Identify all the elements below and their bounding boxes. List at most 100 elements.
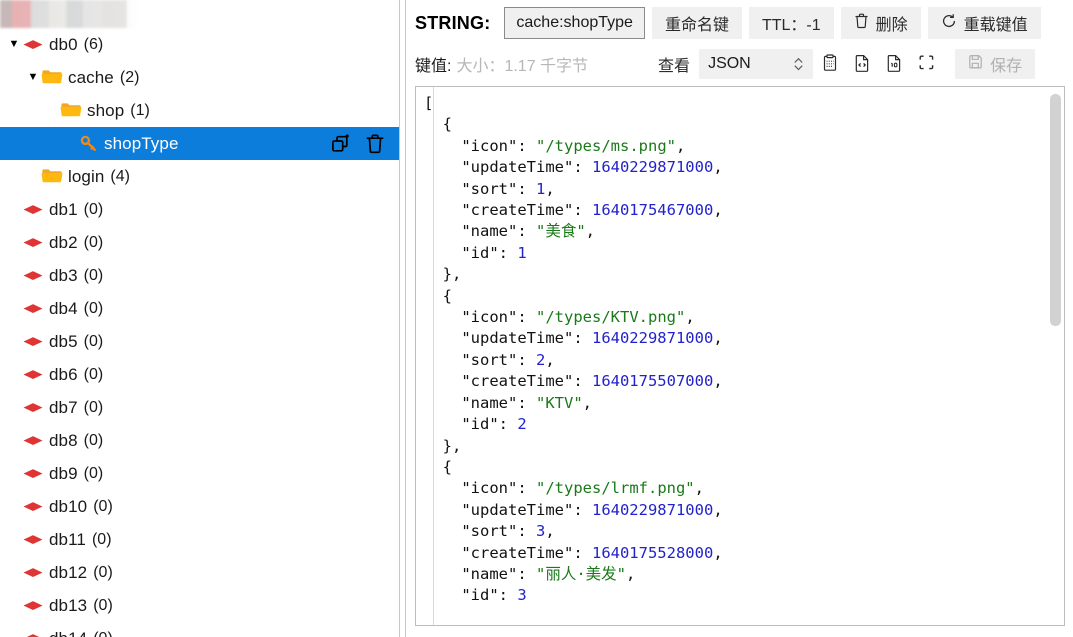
- redacted-region: [0, 0, 137, 28]
- json-token-pun: :: [517, 564, 536, 583]
- tree-item[interactable]: ▼ db0 (6): [0, 28, 399, 61]
- json-token-key: "icon": [424, 136, 518, 155]
- panel-splitter[interactable]: [399, 0, 406, 637]
- tree-item[interactable]: ▼ cache (2): [0, 61, 399, 94]
- json-token-pun: :: [573, 329, 592, 348]
- json-line: "icon": "/types/ms.png",: [424, 136, 1064, 157]
- json-token-pun: :: [517, 350, 536, 369]
- tree-item-count: (0): [83, 464, 104, 482]
- json-token-pun: ,: [585, 222, 596, 241]
- expand-spacer: ▼: [6, 633, 22, 637]
- json-token-num: 1640175528000: [591, 543, 714, 562]
- tree-item-label: db9: [49, 463, 78, 483]
- paste-clipboard-icon-button[interactable]: [815, 49, 845, 79]
- tree-item[interactable]: ▼ db11 (0): [0, 523, 399, 556]
- tree-item[interactable]: ▼ db8 (0): [0, 424, 399, 457]
- redis-db-icon: [22, 233, 44, 253]
- expand-triangle-icon[interactable]: ▼: [6, 39, 22, 50]
- tree-item[interactable]: ▼ db3 (0): [0, 259, 399, 292]
- redis-client-window: ▼ db0 (6) ▼ cache (2) ▼ shop (1) ▼ shopType ▼ …: [0, 0, 1073, 637]
- json-line: "sort": 2,: [424, 350, 1064, 371]
- json-token-key: "createTime": [424, 372, 574, 391]
- expand-spacer: ▼: [6, 369, 22, 380]
- key-tree[interactable]: ▼ db0 (6) ▼ cache (2) ▼ shop (1) ▼ shopType ▼ …: [0, 28, 399, 637]
- tree-item-count: (6): [83, 35, 104, 53]
- key-icon: [79, 134, 99, 153]
- rename-key-button[interactable]: 重命名键: [651, 7, 742, 39]
- json-token-pun: :: [573, 158, 592, 177]
- tree-item[interactable]: ▼ shop (1): [0, 94, 399, 127]
- expand-spacer: ▼: [6, 534, 22, 545]
- binary-file-icon: [886, 54, 903, 75]
- json-token-pun: :: [517, 179, 536, 198]
- json-token-pun: :: [517, 479, 536, 498]
- expand-triangle-icon[interactable]: ▼: [25, 72, 41, 83]
- tree-item-label: shop: [87, 100, 125, 120]
- delete-key-icon[interactable]: [365, 133, 385, 155]
- chevron-updown-icon: [793, 57, 804, 72]
- ttl-button[interactable]: TTL：-1: [748, 7, 834, 39]
- refresh-icon: [941, 13, 957, 34]
- editor-scrollbar-thumb[interactable]: [1050, 94, 1061, 326]
- json-token-pun: ,: [685, 308, 695, 327]
- code-file-icon-button[interactable]: [847, 49, 877, 79]
- fullscreen-icon-button[interactable]: [911, 49, 941, 79]
- expand-spacer: ▼: [6, 336, 22, 347]
- ttl-label: TTL：-1: [761, 17, 821, 34]
- json-token-pun: ,: [545, 179, 555, 198]
- json-token-pun: :: [573, 201, 592, 220]
- tree-item[interactable]: ▼ db14 (0): [0, 622, 399, 637]
- tree-item[interactable]: ▼ db13 (0): [0, 589, 399, 622]
- json-token-num: 2: [536, 350, 546, 369]
- tree-item[interactable]: ▼ login (4): [0, 160, 399, 193]
- reload-key-button[interactable]: 重载键值: [927, 7, 1041, 39]
- json-token-key: "id": [424, 586, 499, 605]
- json-token-num: 1640229871000: [591, 500, 714, 519]
- tree-item-label: db5: [49, 331, 78, 351]
- json-token-pun: :: [517, 308, 536, 327]
- tree-item-label: db14: [49, 629, 87, 637]
- binary-file-icon-button[interactable]: [879, 49, 909, 79]
- tree-item[interactable]: ▼ db5 (0): [0, 325, 399, 358]
- rename-key-label: 重命名键: [664, 17, 729, 34]
- editor-scrollbar[interactable]: [1050, 90, 1061, 625]
- tree-item[interactable]: ▼ db1 (0): [0, 193, 399, 226]
- value-editor[interactable]: [ { "icon": "/types/ms.png", "updateTime…: [415, 86, 1065, 626]
- json-token-pun: {: [424, 457, 452, 476]
- copy-key-icon[interactable]: [330, 133, 353, 155]
- tree-item-count: (0): [83, 332, 104, 350]
- json-line: {: [424, 286, 1064, 307]
- json-token-pun: ,: [545, 350, 555, 369]
- json-token-pun: :: [517, 136, 536, 155]
- save-value-button[interactable]: 保存: [955, 49, 1036, 79]
- redis-db-icon: [22, 299, 44, 319]
- redis-db-icon: [22, 497, 44, 517]
- json-token-num: 1640229871000: [591, 158, 714, 177]
- redis-db-icon: [22, 266, 44, 286]
- expand-spacer: ▼: [6, 468, 22, 479]
- tree-item[interactable]: ▼ db12 (0): [0, 556, 399, 589]
- key-name-field[interactable]: cache:shopType: [504, 7, 645, 39]
- tree-item[interactable]: ▼ db7 (0): [0, 391, 399, 424]
- tree-item-selected[interactable]: ▼ shopType: [0, 127, 399, 160]
- json-token-key: "icon": [424, 479, 518, 498]
- json-token-num: 1640175467000: [591, 201, 714, 220]
- json-token-str: "KTV": [536, 393, 583, 412]
- tree-item[interactable]: ▼ db2 (0): [0, 226, 399, 259]
- tree-item-count: (0): [93, 596, 113, 614]
- tree-item[interactable]: ▼ db10 (0): [0, 490, 399, 523]
- redis-db-icon: [22, 200, 44, 220]
- json-content[interactable]: [ { "icon": "/types/ms.png", "updateTime…: [416, 87, 1064, 625]
- json-token-num: 3: [517, 586, 527, 605]
- delete-key-button[interactable]: 删除: [840, 7, 921, 39]
- expand-spacer: ▼: [6, 501, 22, 512]
- view-mode-select[interactable]: JSON: [699, 49, 814, 79]
- tree-item[interactable]: ▼ db9 (0): [0, 457, 399, 490]
- tree-item-count: (0): [93, 630, 113, 637]
- key-tree-sidebar: ▼ db0 (6) ▼ cache (2) ▼ shop (1) ▼ shopType ▼ …: [0, 0, 399, 637]
- tree-item-label: db10: [49, 496, 88, 516]
- tree-item[interactable]: ▼ db4 (0): [0, 292, 399, 325]
- save-value-label: 保存: [990, 58, 1023, 75]
- tree-item-count: (0): [91, 530, 112, 548]
- tree-item[interactable]: ▼ db6 (0): [0, 358, 399, 391]
